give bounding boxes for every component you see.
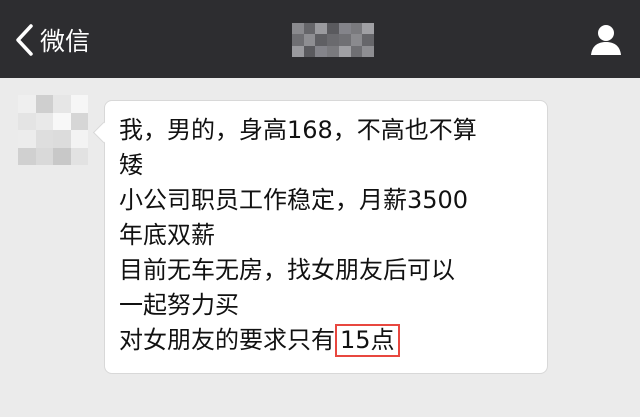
message-line-prefix: 对女朋友的要求只有 [119, 326, 335, 354]
mosaic-block [338, 34, 351, 46]
mosaic-block [35, 112, 53, 130]
message-line: 小公司职员工作稳定，月薪3500 [119, 186, 469, 214]
mosaic-block [303, 34, 316, 46]
mosaic-block [53, 130, 71, 148]
chevron-left-icon [14, 23, 36, 57]
mosaic-block [362, 45, 374, 57]
back-label: 微信 [40, 27, 91, 56]
mosaic-block [362, 23, 374, 35]
mosaic-block [327, 34, 339, 46]
mosaic-block [292, 23, 304, 35]
mosaic-block [70, 95, 88, 113]
mosaic-block [338, 45, 351, 57]
mosaic-block [338, 23, 351, 35]
sender-avatar-blurred[interactable] [18, 95, 88, 165]
mosaic-block [53, 147, 71, 165]
highlighted-text: 15点 [335, 324, 400, 357]
mosaic-block [315, 34, 328, 46]
mosaic-block [292, 45, 304, 57]
mosaic-block [292, 34, 304, 46]
navigation-bar: 微信 [0, 0, 640, 78]
mosaic-block [70, 147, 88, 165]
mosaic-block [303, 45, 316, 57]
message-line: 矮 [119, 151, 143, 179]
mosaic-block [18, 147, 36, 165]
mosaic-block [315, 23, 328, 35]
mosaic-block [70, 112, 88, 130]
message-text: 我，男的，身高168，不高也不算 矮 小公司职员工作稳定，月薪3500 年底双薪… [119, 113, 537, 358]
mosaic-block [18, 130, 36, 148]
mosaic-block [327, 23, 339, 35]
person-icon [588, 25, 624, 62]
mosaic-block [18, 95, 36, 113]
mosaic-block [350, 23, 363, 35]
chat-title-blurred [292, 23, 374, 57]
message-bubble[interactable]: 我，男的，身高168，不高也不算 矮 小公司职员工作稳定，月薪3500 年底双薪… [92, 100, 548, 374]
mosaic-block [350, 34, 363, 46]
message-line: 我，男的，身高168，不高也不算 [119, 116, 477, 144]
message-line: 目前无车无房，找女朋友后可以 [119, 256, 455, 284]
mosaic-block [350, 45, 363, 57]
mosaic-block [315, 45, 328, 57]
message-line: 一起努力买 [119, 291, 239, 319]
message-line-last: 对女朋友的要求只有 15点 [119, 323, 537, 358]
mosaic-block [362, 34, 374, 46]
mosaic-block [35, 130, 53, 148]
chat-info-button[interactable] [588, 22, 624, 58]
bubble-tail [92, 121, 115, 144]
mosaic-block [303, 23, 316, 35]
mosaic-block [35, 147, 53, 165]
mosaic-block [70, 130, 88, 148]
mosaic-block [18, 112, 36, 130]
back-button[interactable]: 微信 [14, 20, 90, 60]
mosaic-block [35, 95, 53, 113]
mosaic-block [53, 112, 71, 130]
mosaic-block [53, 95, 71, 113]
message-line: 年底双薪 [119, 221, 215, 249]
mosaic-block [327, 45, 339, 57]
